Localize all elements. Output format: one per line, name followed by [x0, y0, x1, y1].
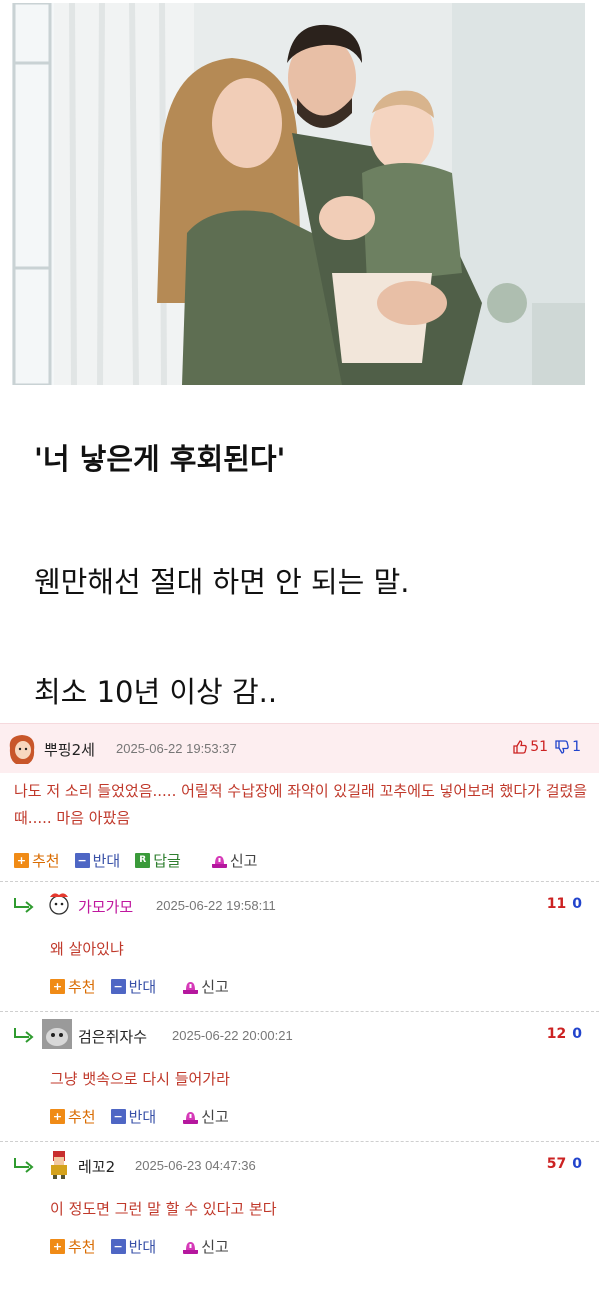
report-icon [183, 1112, 199, 1124]
avatar[interactable] [44, 889, 74, 919]
upvote-count: 57 [546, 1156, 567, 1172]
thumb-up-icon[interactable] [513, 740, 528, 754]
comment-datetime: 2025-06-23 04:47:36 [135, 1158, 256, 1173]
plus-icon: + [50, 1239, 65, 1254]
upvote-count: 11 [546, 896, 567, 912]
report-icon [183, 982, 199, 994]
vote-counts: 51 1 [513, 739, 581, 755]
vote-counts: 12 0 [547, 1026, 582, 1042]
oppose-button[interactable]: − 반대 [74, 850, 120, 871]
minus-icon: − [110, 979, 126, 994]
minus-icon: − [110, 1239, 126, 1254]
recommend-button[interactable]: + 추천 [50, 976, 96, 997]
downvote-count: 1 [572, 739, 581, 755]
list-item: 레꼬2 2025-06-23 04:47:36 57 0 이 정도면 그런 말 … [0, 1141, 599, 1271]
downvote-count: 0 [572, 896, 582, 912]
report-button[interactable]: 신고 [183, 1236, 229, 1257]
best-comment-text: 나도 저 소리 들었었음..... 어릴적 수납장에 좌약이 있길래 꼬추에도 … [14, 782, 588, 827]
reply-actions: + 추천 − 반대 신고 [50, 1236, 229, 1257]
reply-text: 왜 살아있냐 [50, 940, 124, 958]
reply-arrow-icon [14, 1028, 34, 1043]
comment-datetime: 2025-06-22 19:58:11 [156, 898, 276, 913]
comment-section: 뿌핑2세 2025-06-22 19:53:37 51 1 나도 저 소리 들었… [0, 723, 599, 1256]
minus-icon: − [110, 1109, 126, 1124]
article-body-line-2: 최소 10년 이상 감.. [34, 675, 278, 709]
avatar[interactable] [44, 1149, 74, 1179]
comment-nickname[interactable]: 검은쥐자수 [78, 1026, 147, 1047]
comment-datetime: 2025-06-22 19:53:37 [116, 741, 237, 756]
oppose-button[interactable]: − 반대 [110, 1236, 156, 1257]
plus-icon: + [50, 1109, 65, 1124]
reply-arrow-icon [14, 898, 34, 913]
report-button[interactable]: 신고 [183, 1106, 229, 1127]
best-comment-actions: + 추천 − 반대 R 답글 신고 [14, 850, 257, 871]
article-body-line-1: 웬만해선 절대 하면 안 되는 말. [34, 565, 410, 599]
oppose-button[interactable]: − 반대 [110, 1106, 156, 1127]
vote-counts: 57 0 [547, 1156, 582, 1172]
comment-nickname[interactable]: 레꼬2 [78, 1156, 115, 1177]
reply-r-icon: R [135, 853, 151, 868]
article-photo [12, 3, 585, 385]
recommend-button[interactable]: + 추천 [50, 1236, 96, 1257]
reply-text: 그냥 뱃속으로 다시 들어가라 [50, 1070, 230, 1088]
minus-icon: − [74, 853, 90, 868]
report-icon [211, 856, 227, 868]
best-comment-header: 뿌핑2세 2025-06-22 19:53:37 51 1 [0, 723, 599, 773]
report-icon [183, 1242, 199, 1254]
list-item: 가모가모 2025-06-22 19:58:11 11 0 왜 살아있냐 + 추… [0, 881, 599, 1011]
report-button[interactable]: 신고 [211, 850, 257, 871]
vote-counts: 11 0 [547, 896, 582, 912]
report-button[interactable]: 신고 [183, 976, 229, 997]
upvote-count: 12 [546, 1026, 567, 1042]
oppose-button[interactable]: − 반대 [110, 976, 156, 997]
reply-actions: + 추천 − 반대 신고 [50, 976, 229, 997]
downvote-count: 0 [572, 1026, 582, 1042]
plus-icon: + [14, 853, 29, 868]
avatar[interactable] [42, 1019, 72, 1049]
downvote-count: 0 [572, 1156, 582, 1172]
upvote-count: 51 [530, 739, 549, 755]
reply-text: 이 정도면 그런 말 할 수 있다고 본다 [50, 1200, 277, 1218]
comment-datetime: 2025-06-22 20:00:21 [172, 1028, 293, 1043]
reply-arrow-icon [14, 1158, 34, 1173]
recommend-button[interactable]: + 추천 [14, 850, 60, 871]
thumb-down-icon[interactable] [555, 740, 569, 754]
plus-icon: + [50, 979, 65, 994]
article-title: '너 낳은게 후회된다' [34, 442, 286, 476]
comment-nickname[interactable]: 뿌핑2세 [44, 739, 95, 760]
reply-actions: + 추천 − 반대 신고 [50, 1106, 229, 1127]
avatar[interactable] [6, 732, 38, 766]
list-item: 검은쥐자수 2025-06-22 20:00:21 12 0 그냥 뱃속으로 다… [0, 1011, 599, 1141]
recommend-button[interactable]: + 추천 [50, 1106, 96, 1127]
comment-nickname[interactable]: 가모가모 [78, 896, 133, 917]
reply-button[interactable]: R 답글 [135, 850, 181, 871]
